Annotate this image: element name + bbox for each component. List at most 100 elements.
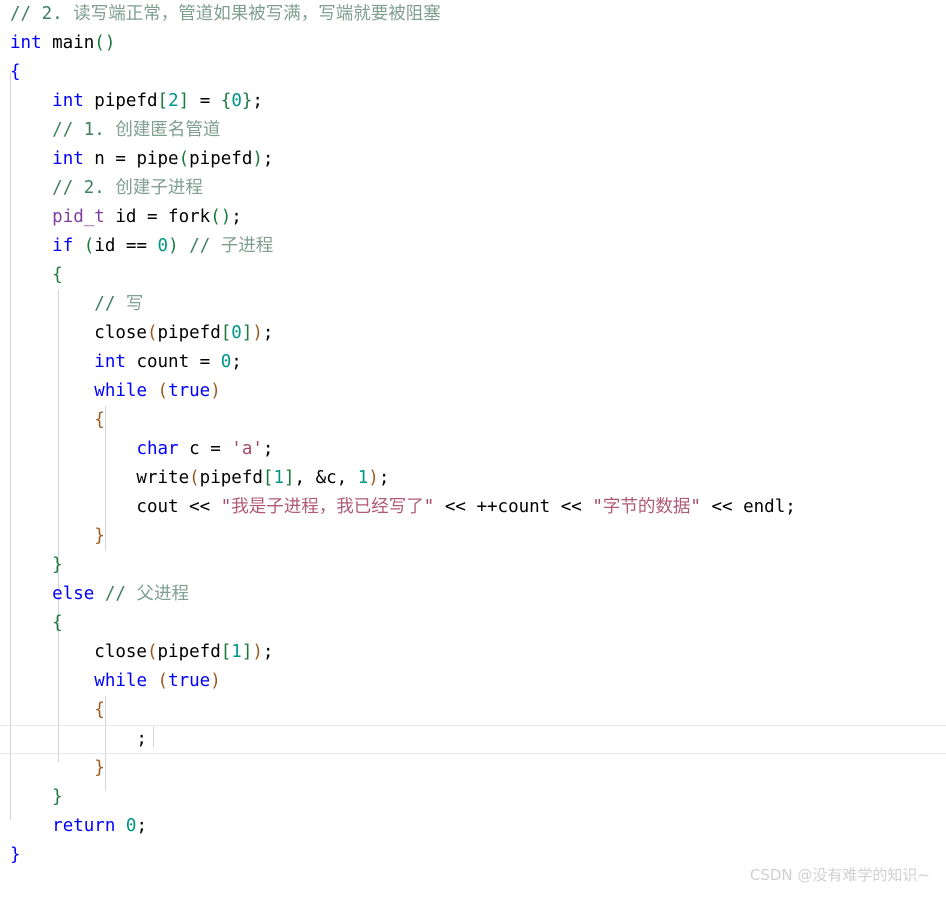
code-token-kw: if <box>52 236 74 256</box>
code-line[interactable]: } <box>0 783 946 812</box>
code-token-plain: close <box>10 323 147 343</box>
code-token-str: 'a' <box>231 439 263 459</box>
code-line[interactable]: while (true) <box>0 377 946 406</box>
code-token-brace-b: } <box>10 845 21 865</box>
code-line-current[interactable]: ; <box>0 725 946 754</box>
code-token-brace-g: ] <box>283 468 295 488</box>
code-line[interactable]: int n = pipe(pipefd); <box>0 145 946 174</box>
code-line[interactable]: int main() <box>0 29 946 58</box>
code-token-brace-g: ] <box>178 91 190 111</box>
code-line[interactable]: { <box>0 609 946 638</box>
code-token-plain: id == <box>94 236 158 256</box>
code-line[interactable]: } <box>0 522 946 551</box>
code-line[interactable]: else // 父进程 <box>0 580 946 609</box>
code-token-cmt-cjk: 父进程 <box>136 584 189 604</box>
code-token-cmt: // 1. <box>52 120 116 140</box>
code-token-plain: pipefd <box>83 91 158 111</box>
code-token-brace-o: { <box>94 700 105 720</box>
code-token-brace-g: } <box>52 787 63 807</box>
code-line[interactable]: { <box>0 58 946 87</box>
code-token-kw: int <box>94 352 126 372</box>
code-line[interactable]: // 写 <box>0 290 946 319</box>
code-token-plain: << endl; <box>700 497 796 517</box>
code-line[interactable]: } <box>0 551 946 580</box>
code-token-brace-o: ) <box>252 642 263 662</box>
code-token-num: 1 <box>273 468 284 488</box>
code-token-plain: = <box>189 91 221 111</box>
code-token-num: 0 <box>231 91 242 111</box>
code-token-cmt-cjk: 创建匿名管道 <box>115 120 221 140</box>
code-line[interactable]: if (id == 0) // 子进程 <box>0 232 946 261</box>
code-line[interactable]: while (true) <box>0 667 946 696</box>
code-line[interactable]: } <box>0 754 946 783</box>
code-token-brace-o: ) <box>210 671 221 691</box>
code-token-num: 0 <box>125 816 137 836</box>
code-token-cmt: // <box>189 236 221 256</box>
code-token-brace-g: [ <box>220 642 232 662</box>
code-token-plain: ; <box>252 91 263 111</box>
code-line[interactable]: close(pipefd[1]); <box>0 638 946 667</box>
code-token-kw: true <box>168 381 211 401</box>
code-token-plain: << ++count << <box>434 497 593 517</box>
code-token-kw: else <box>52 584 95 604</box>
code-token-plain: ; <box>262 149 274 169</box>
code-token-brace-g: { <box>52 613 63 633</box>
code-line[interactable]: // 2. 读写端正常，管道如果被写满，写端就要被阻塞 <box>0 0 946 29</box>
code-token-plain: ; <box>231 352 242 372</box>
code-line[interactable]: int pipefd[2] = {0}; <box>0 87 946 116</box>
code-token-str: " <box>592 497 603 517</box>
code-line[interactable]: return 0; <box>0 812 946 841</box>
code-line[interactable]: char c = 'a'; <box>0 435 946 464</box>
code-token-cmt: // 2. <box>10 4 74 24</box>
code-line[interactable]: { <box>0 406 946 435</box>
code-token-cmt-cjk: 创建子进程 <box>115 178 203 198</box>
code-token-plain: pipefd <box>189 149 253 169</box>
code-line[interactable]: { <box>0 261 946 290</box>
code-token-str-cjk: 字节的数据 <box>602 497 691 517</box>
code-line[interactable]: close(pipefd[0]); <box>0 319 946 348</box>
code-line[interactable]: cout << "我是子进程，我已经写了" << ++count << "字节的… <box>0 493 946 522</box>
code-token-plain: cout << <box>10 497 221 517</box>
code-token-plain: , &c, <box>294 468 358 488</box>
code-token-brace-g: ( <box>83 236 95 256</box>
code-line[interactable]: { <box>0 696 946 725</box>
code-line[interactable]: // 2. 创建子进程 <box>0 174 946 203</box>
code-token-plain: ; <box>231 207 242 227</box>
code-line[interactable]: // 1. 创建匿名管道 <box>0 116 946 145</box>
code-line[interactable]: int count = 0; <box>0 348 946 377</box>
code-token-str: " <box>690 497 701 517</box>
code-token-plain: ; <box>136 816 148 836</box>
code-token-cmt: // <box>94 294 126 314</box>
code-token-brace-g: [ <box>220 323 232 343</box>
code-token-plain: id = fork <box>104 207 211 227</box>
code-line[interactable]: write(pipefd[1], &c, 1); <box>0 464 946 493</box>
code-token-brace-o: ) <box>368 468 379 488</box>
code-token-str: " <box>423 497 435 517</box>
code-token-kw: return <box>52 816 116 836</box>
code-token-cmt-cjk: 子进程 <box>220 236 274 256</box>
code-token-plain: pipefd <box>157 642 221 662</box>
code-token-plain: pipefd <box>199 468 263 488</box>
code-token-str-cjk: 我是子进程，我已经写了 <box>231 497 424 517</box>
code-token-kw: while <box>94 381 147 401</box>
code-content[interactable]: // 2. 读写端正常，管道如果被写满，写端就要被阻塞 int main(){ i… <box>0 0 946 870</box>
code-token-brace-o: ( <box>189 468 200 488</box>
code-line[interactable]: pid_t id = fork(); <box>0 203 946 232</box>
code-token-plain: ; <box>378 468 390 488</box>
code-editor[interactable]: // 2. 读写端正常，管道如果被写满，写端就要被阻塞 int main(){ i… <box>0 0 946 899</box>
